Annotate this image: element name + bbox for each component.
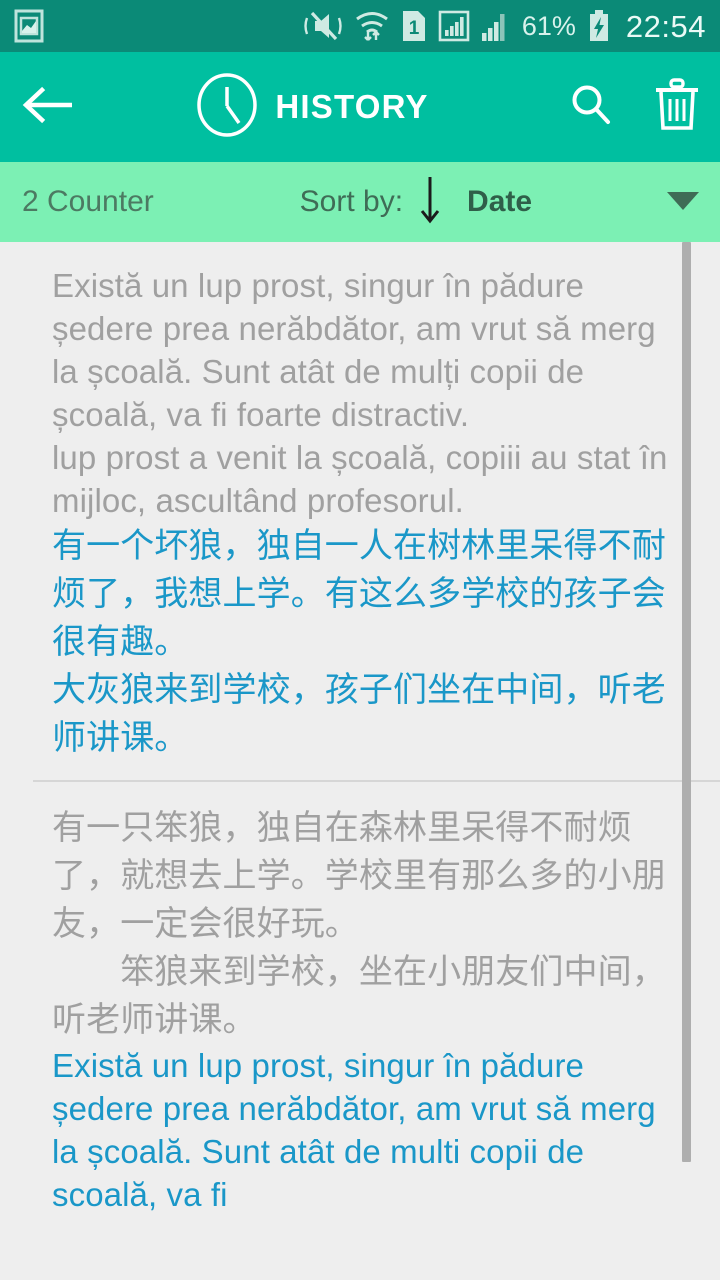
list-scrollbar[interactable] [682, 242, 691, 1280]
sort-selector[interactable]: Sort by: Date [166, 173, 666, 232]
back-arrow-icon [20, 85, 76, 130]
clock-icon [195, 72, 259, 142]
delete-all-button[interactable] [634, 52, 720, 162]
search-icon [568, 82, 614, 133]
page-title: HISTORY [275, 88, 429, 125]
svg-text:1: 1 [409, 18, 420, 39]
signal-bars-icon [481, 9, 511, 43]
history-item-source-text: Există un lup prost, singur în pădure șe… [52, 267, 668, 519]
search-button[interactable] [548, 52, 634, 162]
sort-by-label: Sort by: [299, 185, 404, 218]
history-counter-label: 2 Counter [22, 185, 154, 218]
history-item-source-text: 有一只笨狼，独自在森林里呆得不耐烦了，就想去上学。学校里有那么多的小朋友，一定会… [52, 809, 666, 1039]
app-bar: HISTORY [0, 52, 720, 162]
battery-percent-label: 61% [521, 10, 576, 41]
history-item[interactable]: Există un lup prost, singur în pădure șe… [0, 242, 720, 780]
history-item[interactable]: 有一只笨狼，独自在森林里呆得不耐烦了，就想去上学。学校里有那么多的小朋友，一定会… [0, 782, 720, 1234]
caret-down-icon[interactable] [666, 189, 704, 216]
sim-card-1-icon: 1 [401, 9, 427, 43]
scrollbar-thumb[interactable] [682, 242, 691, 1162]
sort-value-label: Date [467, 185, 533, 218]
wifi-transfer-icon [354, 9, 390, 43]
sort-bar: 2 Counter Sort by: Date [0, 162, 720, 242]
status-bar: 1 61% 22:54 [0, 0, 720, 52]
signal-boxed-icon [438, 9, 470, 43]
battery-charging-icon [587, 9, 611, 43]
screenshot-icon [14, 9, 44, 43]
status-bar-clock: 22:54 [625, 8, 706, 44]
mute-vibrate-icon [303, 9, 343, 43]
status-bar-left-icons [14, 9, 44, 43]
arrow-down-icon[interactable] [417, 173, 443, 232]
history-list[interactable]: Există un lup prost, singur în pădure șe… [0, 242, 720, 1280]
history-item-target-text: 有一个坏狼，独自一人在树林里呆得不耐烦了，我想上学。有这么多学校的孩子会很有趣。… [52, 527, 666, 757]
app-bar-title-group: HISTORY [76, 72, 548, 142]
trash-icon [653, 77, 701, 137]
status-bar-right-icons: 1 61% 22:54 [303, 9, 706, 43]
history-item-target-text: Există un lup prost, singur în pădure șe… [52, 1047, 665, 1213]
